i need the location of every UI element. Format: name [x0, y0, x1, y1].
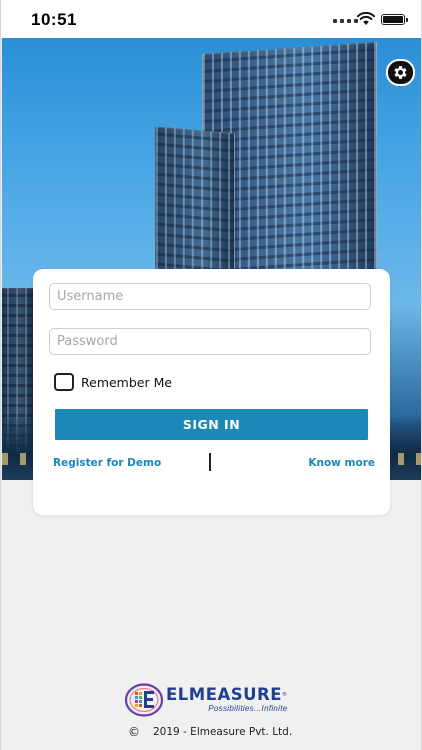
sign-in-button[interactable]: SIGN IN: [55, 409, 368, 440]
elmeasure-logo: ELMEASURE® Possibilities...Infinite: [124, 683, 288, 717]
wifi-icon: [357, 12, 375, 25]
register-for-demo-link[interactable]: Register for Demo: [53, 457, 161, 469]
remember-me-row[interactable]: Remember Me: [54, 373, 172, 391]
battery-icon: [381, 14, 408, 25]
remember-me-checkbox[interactable]: [54, 373, 74, 391]
elmeasure-logo-mark-icon: [124, 683, 164, 717]
gear-icon: [394, 66, 407, 79]
logo-text: ELMEASURE® Possibilities...Infinite: [166, 686, 288, 714]
status-bar: 10:51: [1, 0, 421, 38]
app-screen: 10:51 Remember Me SIGN IN Register for D: [0, 0, 422, 750]
login-card: Remember Me SIGN IN Register for Demo Kn…: [33, 269, 390, 515]
brand-name: ELMEASURE®: [166, 685, 288, 704]
copyright-icon: ©: [128, 725, 140, 739]
settings-button[interactable]: [386, 59, 415, 86]
username-input[interactable]: [49, 283, 371, 310]
link-divider: [209, 453, 211, 471]
status-time: 10:51: [31, 10, 77, 29]
password-input[interactable]: [49, 328, 371, 355]
copyright-text: 2019 - Elmeasure Pvt. Ltd.: [153, 726, 293, 738]
remember-me-label[interactable]: Remember Me: [81, 375, 172, 390]
copyright-notice: © 2019 - Elmeasure Pvt. Ltd.: [128, 725, 292, 739]
brand-tagline: Possibilities...Infinite: [208, 704, 288, 713]
know-more-link[interactable]: Know more: [308, 457, 375, 469]
cellular-signal-icon: [333, 19, 358, 23]
